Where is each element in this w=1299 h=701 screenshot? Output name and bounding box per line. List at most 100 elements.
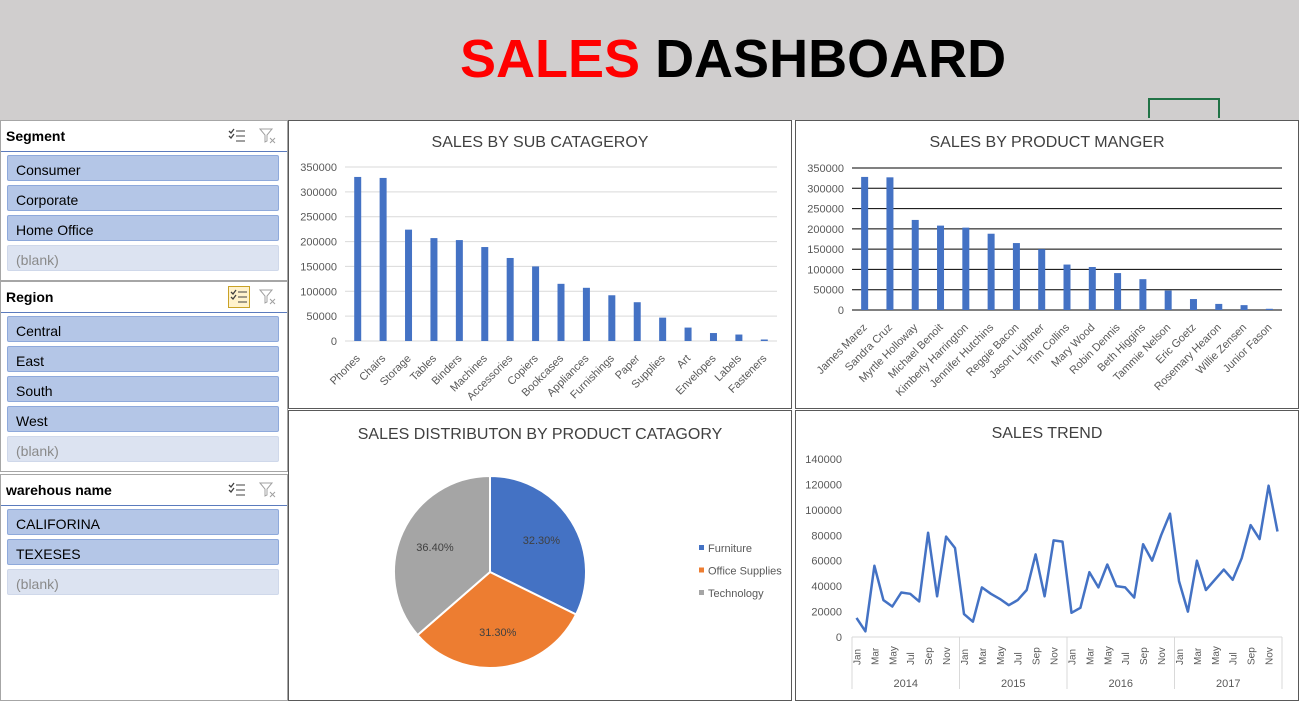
multi-select-icon[interactable] bbox=[228, 286, 250, 308]
bar bbox=[709, 333, 717, 341]
y-tick-label: 20000 bbox=[811, 607, 842, 619]
x-tick-label: Sep bbox=[924, 647, 935, 665]
bar bbox=[1240, 305, 1248, 310]
slicer-item-consumer[interactable]: Consumer bbox=[7, 155, 279, 181]
bar bbox=[1038, 249, 1046, 310]
x-tick-label: Mar bbox=[978, 647, 989, 665]
slicer-item-blank[interactable]: (blank) bbox=[7, 569, 279, 595]
slicer-item-texeses[interactable]: TEXESES bbox=[7, 539, 279, 565]
sub-category-bar-chart: 0 50000 100000 150000 200000 250000 300000 3500… bbox=[300, 162, 777, 403]
clear-filter-icon[interactable] bbox=[257, 479, 279, 501]
bar bbox=[532, 266, 540, 341]
product-manager-bar-chart: 0 50000 100000 150000 200000 250000 300000 3500… bbox=[807, 163, 1282, 399]
legend-swatch bbox=[699, 545, 704, 550]
x-tick-label: Jul bbox=[1014, 652, 1025, 665]
slicer-header: Region bbox=[1, 282, 287, 313]
legend-label: Furniture bbox=[708, 543, 752, 555]
legend-swatch bbox=[699, 567, 704, 573]
selected-cell[interactable] bbox=[1148, 98, 1220, 118]
pie-data-label: 32.30% bbox=[523, 535, 561, 547]
y-tick-label: 100000 bbox=[805, 505, 842, 517]
bar bbox=[1063, 264, 1071, 310]
slicer-header: Segment bbox=[1, 121, 287, 152]
x-tick-label: Jan bbox=[960, 649, 971, 665]
y-tick-label: 350000 bbox=[300, 162, 337, 174]
bar bbox=[582, 287, 590, 341]
slicer-item-blank[interactable]: (blank) bbox=[7, 436, 279, 462]
clear-filter-icon[interactable] bbox=[257, 286, 279, 308]
slicer-item-east[interactable]: East bbox=[7, 346, 279, 372]
y-tick-label: 120000 bbox=[805, 479, 842, 491]
y-tick-label: 50000 bbox=[306, 311, 337, 323]
bar bbox=[962, 227, 970, 310]
bar bbox=[557, 283, 565, 341]
sub-category-chart-panel[interactable]: SALES BY SUB CATAGEROY 0 50000 100000 15000… bbox=[288, 120, 792, 409]
slicer-title: warehous name bbox=[6, 482, 112, 498]
bar bbox=[430, 238, 438, 341]
page-title: SALES DASHBOARD bbox=[460, 28, 1006, 90]
bar bbox=[1189, 299, 1197, 310]
slicer-item-blank[interactable]: (blank) bbox=[7, 245, 279, 271]
x-tick-label: Mar bbox=[1193, 647, 1204, 665]
x-tick-label: Jan bbox=[852, 649, 863, 665]
x-tick-label: Sep bbox=[1032, 647, 1043, 665]
sales-trend-chart-panel[interactable]: SALES TREND 0 20000 40000 60000 80000 100000 1… bbox=[795, 410, 1299, 701]
bar bbox=[886, 177, 894, 310]
year-label: 2017 bbox=[1216, 678, 1240, 690]
x-tick-label: Nov bbox=[942, 647, 953, 665]
x-tick-label: Jul bbox=[1229, 652, 1240, 665]
product-manager-chart-panel[interactable]: SALES BY PRODUCT MANGER 0 50000 100000 1500… bbox=[795, 120, 1299, 409]
title-sales: SALES bbox=[460, 29, 641, 89]
y-tick-label: 0 bbox=[331, 336, 337, 348]
x-tick-label: Jul bbox=[1121, 652, 1132, 665]
x-tick-label: Jan bbox=[1067, 649, 1078, 665]
slicer-item-west[interactable]: West bbox=[7, 406, 279, 432]
bar bbox=[633, 302, 641, 341]
x-tick-label: Nov bbox=[1265, 647, 1276, 665]
multi-select-icon[interactable] bbox=[226, 125, 248, 147]
category-pie-chart-panel[interactable]: SALES DISTRIBUTON BY PRODUCT CATAGORY 32… bbox=[288, 410, 792, 701]
year-label: 2016 bbox=[1109, 678, 1133, 690]
multi-select-icon[interactable] bbox=[226, 479, 248, 501]
y-tick-label: 40000 bbox=[811, 581, 842, 593]
series-line bbox=[855, 484, 1279, 633]
slicer-title: Region bbox=[6, 289, 54, 305]
region-slicer: Region Central East South West (blank) bbox=[0, 281, 288, 472]
legend-swatch bbox=[699, 590, 704, 595]
clear-filter-icon[interactable] bbox=[257, 125, 279, 147]
legend-label: Technology bbox=[708, 588, 764, 600]
slicer-item-central[interactable]: Central bbox=[7, 316, 279, 342]
slicer-item-califorina[interactable]: CALIFORINA bbox=[7, 509, 279, 535]
bar bbox=[911, 219, 919, 310]
slicer-item-corporate[interactable]: Corporate bbox=[7, 185, 279, 211]
y-tick-label: 200000 bbox=[300, 237, 337, 249]
x-tick-label: Sep bbox=[1247, 647, 1258, 665]
bar bbox=[735, 334, 743, 341]
slicer-item-south[interactable]: South bbox=[7, 376, 279, 402]
y-tick-label: 300000 bbox=[300, 187, 337, 199]
bar bbox=[684, 327, 692, 341]
bar bbox=[987, 233, 995, 310]
bar bbox=[608, 295, 616, 341]
y-tick-label: 140000 bbox=[805, 454, 842, 466]
y-tick-label: 100000 bbox=[300, 286, 337, 298]
y-tick-label: 300000 bbox=[807, 183, 844, 195]
y-tick-label: 100000 bbox=[807, 264, 844, 276]
x-tick-label: Nov bbox=[1050, 647, 1061, 665]
slicer-item-home-office[interactable]: Home Office bbox=[7, 215, 279, 241]
sales-trend-line-chart: 0 20000 40000 60000 80000 100000 120000 140000 J… bbox=[805, 454, 1283, 690]
x-tick-label: Nov bbox=[1157, 647, 1168, 665]
x-tick-label: May bbox=[996, 646, 1007, 665]
bar bbox=[1215, 303, 1223, 310]
y-tick-label: 80000 bbox=[811, 530, 842, 542]
y-tick-label: 50000 bbox=[813, 285, 844, 297]
bar bbox=[1088, 266, 1096, 310]
x-tick-label: Jul bbox=[906, 652, 917, 665]
x-tick-label: Mar bbox=[870, 647, 881, 665]
legend-label: Office Supplies bbox=[708, 566, 782, 578]
y-tick-label: 350000 bbox=[807, 163, 844, 175]
bar bbox=[354, 176, 362, 341]
pie-data-label: 36.40% bbox=[416, 542, 454, 554]
title-dashboard: DASHBOARD bbox=[655, 29, 1007, 89]
bar bbox=[379, 177, 387, 341]
